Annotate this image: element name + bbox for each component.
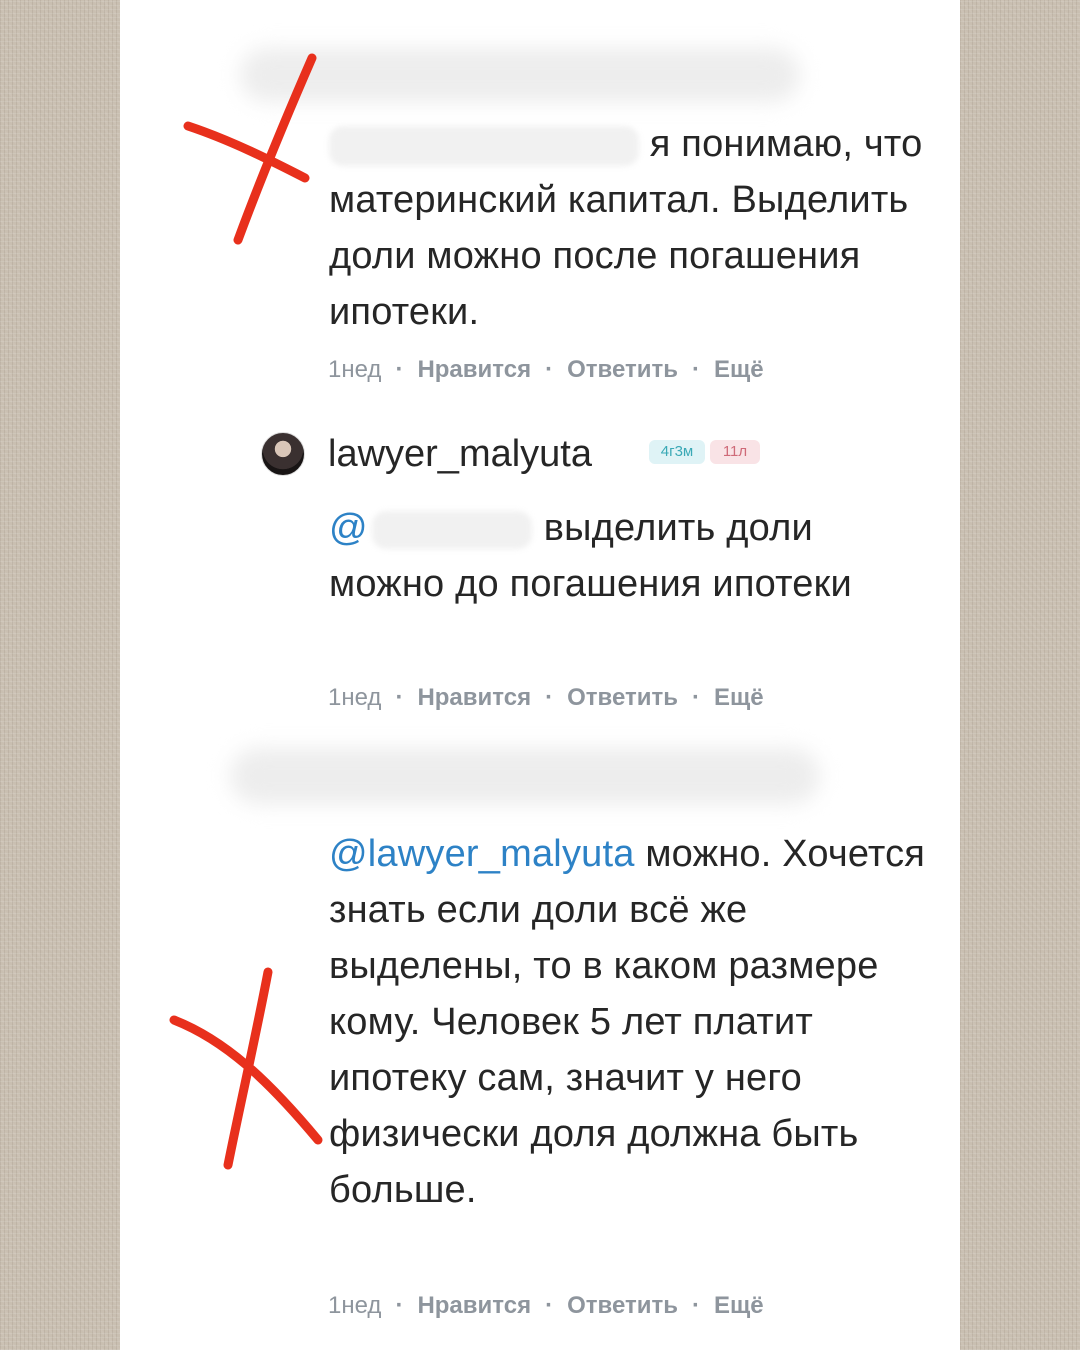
more-button[interactable]: Ещё <box>714 356 764 383</box>
like-button[interactable]: Нравится <box>417 356 531 383</box>
badge-account-age: 4г3м <box>649 440 705 464</box>
separator-dot: · <box>545 356 554 383</box>
separator-dot: · <box>545 1292 554 1319</box>
redacted-mention-1 <box>329 125 639 166</box>
comment-author[interactable]: lawyer_malyuta <box>328 433 592 476</box>
mention-link[interactable]: @ <box>329 507 368 549</box>
comments-panel: я понимаю, что материнский капитал. Выде… <box>120 0 960 1350</box>
separator-dot: · <box>691 356 700 383</box>
separator-dot: · <box>545 684 554 711</box>
separator-dot: · <box>395 356 404 383</box>
badge-years: 11л <box>710 440 760 464</box>
separator-dot: · <box>395 684 404 711</box>
reply-button[interactable]: Ответить <box>567 1292 678 1319</box>
comment-meta-3: 1нед · Нравится · Ответить · Ещё <box>328 1292 764 1322</box>
mention-link[interactable]: @lawyer_malyuta <box>329 833 635 875</box>
comment-text-3: @lawyer_malyuta можно. Хочется знать есл… <box>329 826 929 1218</box>
comment-3-body: можно. Хочется знать если доли всё же вы… <box>329 833 926 1211</box>
redacted-mention-2 <box>371 510 532 549</box>
more-button[interactable]: Ещё <box>714 684 764 711</box>
comment-text-2: @ выделить доли можно до погашения ипотек… <box>329 500 929 612</box>
like-button[interactable]: Нравится <box>417 1292 531 1319</box>
avatar[interactable] <box>261 432 305 476</box>
comment-time: 1нед <box>328 1292 382 1319</box>
comment-time: 1нед <box>328 684 382 711</box>
reply-button[interactable]: Ответить <box>567 684 678 711</box>
reply-button[interactable]: Ответить <box>567 356 678 383</box>
separator-dot: · <box>395 1292 404 1319</box>
redacted-username-1 <box>240 48 800 102</box>
comment-text-1: я понимаю, что материнский капитал. Выде… <box>329 116 929 340</box>
redacted-username-3 <box>230 748 820 804</box>
separator-dot: · <box>691 1292 700 1319</box>
comment-time: 1нед <box>328 356 382 383</box>
separator-dot: · <box>691 684 700 711</box>
comment-meta-1: 1нед · Нравится · Ответить · Ещё <box>328 356 764 386</box>
more-button[interactable]: Ещё <box>714 1292 764 1319</box>
like-button[interactable]: Нравится <box>417 684 531 711</box>
comment-meta-2: 1нед · Нравится · Ответить · Ещё <box>328 684 764 714</box>
